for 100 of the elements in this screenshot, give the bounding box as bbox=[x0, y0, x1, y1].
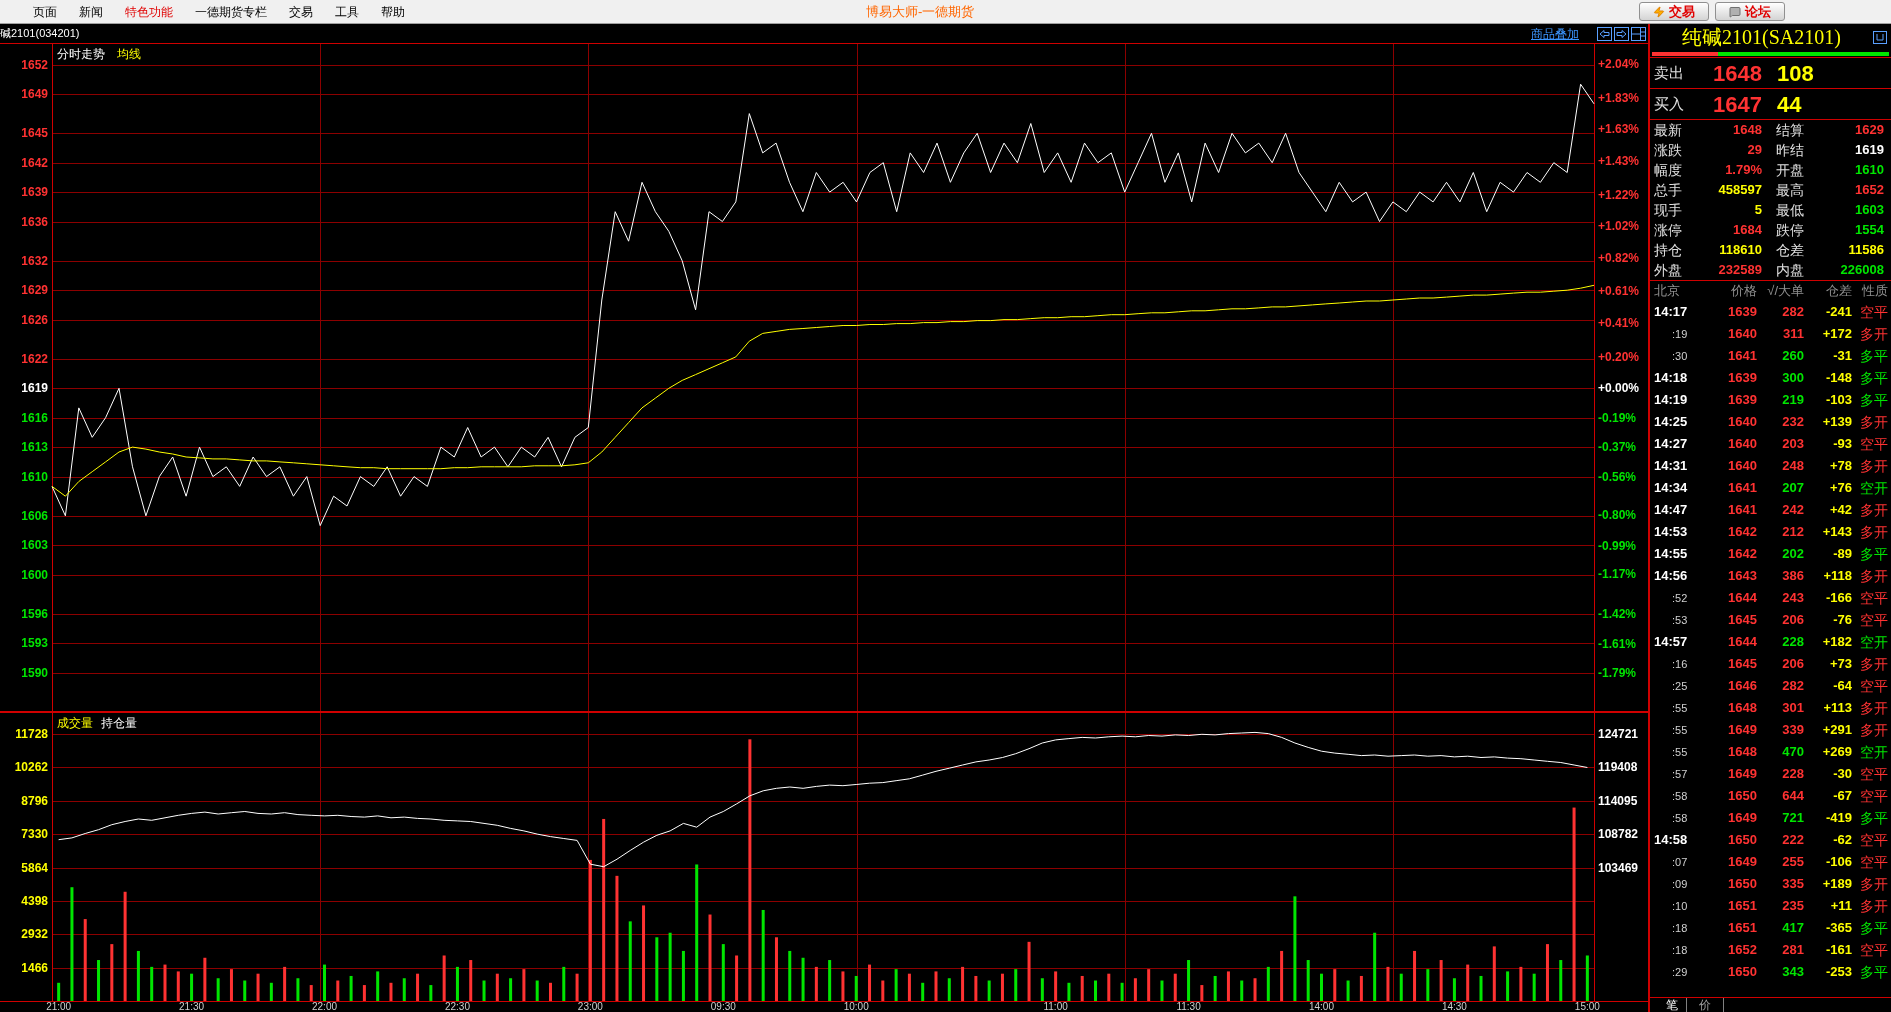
volume-bar bbox=[1386, 966, 1390, 1001]
stat-label: 持仓 bbox=[1654, 240, 1682, 260]
stat-label: 开盘 bbox=[1776, 160, 1804, 180]
legend-label: 均线 bbox=[117, 47, 141, 61]
left-arrow-icon[interactable] bbox=[1597, 26, 1612, 41]
trade-time: :09 bbox=[1672, 878, 1688, 891]
trade-volume: 228 bbox=[1782, 766, 1804, 782]
price-axis-label: 1645 bbox=[21, 126, 48, 140]
trade-oi-change: -419 bbox=[1825, 810, 1852, 826]
trade-type: 空平 bbox=[1860, 787, 1888, 804]
stat-label: 涨停 bbox=[1654, 220, 1682, 240]
volume-bar bbox=[323, 964, 326, 1001]
volume-bar bbox=[1054, 971, 1058, 1001]
stat-label: 跌停 bbox=[1776, 220, 1804, 240]
trade-volume: 235 bbox=[1782, 898, 1804, 914]
trade-price: 1644 bbox=[1728, 590, 1757, 606]
trade-price: 1644 bbox=[1728, 634, 1757, 650]
panel-layout-icon[interactable] bbox=[1631, 26, 1646, 41]
trade-volume: 243 bbox=[1782, 590, 1804, 606]
menu-item[interactable]: 交易 bbox=[278, 0, 324, 23]
volume-bar bbox=[934, 971, 938, 1001]
menu-item[interactable]: 特色功能 bbox=[114, 0, 184, 23]
menu-item[interactable]: 工具 bbox=[324, 0, 370, 23]
menu-item[interactable]: 页面 bbox=[22, 0, 68, 23]
trade-price: 1650 bbox=[1728, 964, 1757, 980]
volume-bar bbox=[774, 937, 778, 1001]
volume-bar bbox=[947, 978, 951, 1001]
overlay-link[interactable]: 商品叠加 bbox=[1531, 24, 1579, 43]
trade-oi-change: -103 bbox=[1825, 392, 1852, 408]
trade-time: 14:18 bbox=[1654, 370, 1688, 386]
menu-item[interactable]: 一德期货专栏 bbox=[184, 0, 278, 23]
volume-bar bbox=[1067, 982, 1071, 1001]
price-axis-label: 1649 bbox=[21, 87, 48, 101]
volume-bar bbox=[389, 982, 393, 1001]
stat-value: 1652 bbox=[1855, 181, 1884, 200]
volume-bar bbox=[1479, 975, 1483, 1001]
trade-volume: 644 bbox=[1782, 788, 1804, 804]
price-axis-label: 1652 bbox=[21, 58, 48, 72]
stat-label: 结算 bbox=[1776, 120, 1804, 140]
trade-price: 1645 bbox=[1728, 656, 1757, 672]
column-header: 性质 bbox=[1862, 283, 1888, 299]
speech-bubble-icon bbox=[1729, 5, 1741, 18]
volume-bar bbox=[814, 966, 818, 1001]
time-axis-label: 21:00 bbox=[46, 1001, 72, 1012]
trade-type: 多平 bbox=[1860, 369, 1888, 386]
stat-label: 总手 bbox=[1654, 180, 1682, 200]
trade-time: :58 bbox=[1672, 812, 1688, 825]
tab[interactable]: 笔 bbox=[1658, 998, 1686, 1012]
price-axis-label: 1622 bbox=[21, 352, 48, 366]
column-header: √/大单 bbox=[1767, 283, 1804, 299]
price-axis-label: 1613 bbox=[21, 440, 48, 454]
trade-volume: 242 bbox=[1782, 502, 1804, 518]
trade-oi-change: +291 bbox=[1822, 722, 1852, 738]
volume-bar bbox=[1226, 971, 1230, 1001]
contract-code: 碱2101(034201) bbox=[0, 26, 80, 42]
tab[interactable]: 价 bbox=[1686, 998, 1724, 1012]
trade-type: 多开 bbox=[1860, 875, 1888, 892]
trade-oi-change: -31 bbox=[1833, 348, 1852, 364]
volume-bar bbox=[336, 980, 340, 1001]
stat-label: 最低 bbox=[1776, 200, 1804, 220]
open-interest-axis-label: 108782 bbox=[1598, 827, 1639, 841]
trade-oi-change: +11 bbox=[1830, 898, 1852, 914]
menu-item[interactable]: 新闻 bbox=[68, 0, 114, 23]
menu-item[interactable]: 帮助 bbox=[370, 0, 416, 23]
volume-bar bbox=[721, 944, 725, 1001]
time-axis-label: 14:00 bbox=[1309, 1001, 1334, 1012]
toolbar-button[interactable]: 交易 bbox=[1639, 2, 1709, 21]
volume-axis-label: 1466 bbox=[21, 961, 48, 975]
volume-bar bbox=[828, 960, 832, 1001]
trade-oi-change: -64 bbox=[1833, 678, 1852, 694]
window-icon[interactable] bbox=[1873, 30, 1887, 44]
volume-bar bbox=[1559, 960, 1563, 1001]
trade-type: 多开 bbox=[1860, 655, 1888, 672]
percent-axis-label: -0.99% bbox=[1598, 539, 1637, 553]
stat-value: 1610 bbox=[1855, 161, 1884, 180]
trade-volume: 219 bbox=[1782, 392, 1804, 408]
price-axis-label: 1642 bbox=[21, 156, 48, 170]
time-axis-label: 11:00 bbox=[1043, 1001, 1068, 1012]
volume-axis-label: 7330 bbox=[21, 827, 48, 841]
open-interest-axis-label: 103469 bbox=[1598, 861, 1639, 875]
price-axis-label: 1636 bbox=[21, 215, 48, 229]
trade-price: 1646 bbox=[1728, 678, 1757, 694]
trade-volume: 282 bbox=[1782, 678, 1804, 694]
volume-bar bbox=[894, 969, 898, 1001]
volume-axis-label: 10262 bbox=[14, 760, 48, 774]
toolbar-button[interactable]: 论坛 bbox=[1715, 2, 1785, 21]
trade-volume: 206 bbox=[1782, 656, 1804, 672]
trade-type: 空平 bbox=[1860, 677, 1888, 694]
trade-volume: 339 bbox=[1782, 722, 1804, 738]
trade-price: 1649 bbox=[1728, 722, 1757, 738]
volume-bar bbox=[735, 955, 739, 1001]
trade-volume: 206 bbox=[1782, 612, 1804, 628]
trade-oi-change: -62 bbox=[1833, 832, 1852, 848]
stat-label: 仓差 bbox=[1776, 240, 1804, 260]
trade-time: :55 bbox=[1672, 724, 1688, 737]
volume-bar bbox=[203, 957, 207, 1001]
right-arrow-icon[interactable] bbox=[1614, 26, 1629, 41]
volume-bar bbox=[987, 980, 991, 1001]
stat-value: 29 bbox=[1747, 141, 1762, 160]
lightning-icon bbox=[1653, 5, 1665, 18]
